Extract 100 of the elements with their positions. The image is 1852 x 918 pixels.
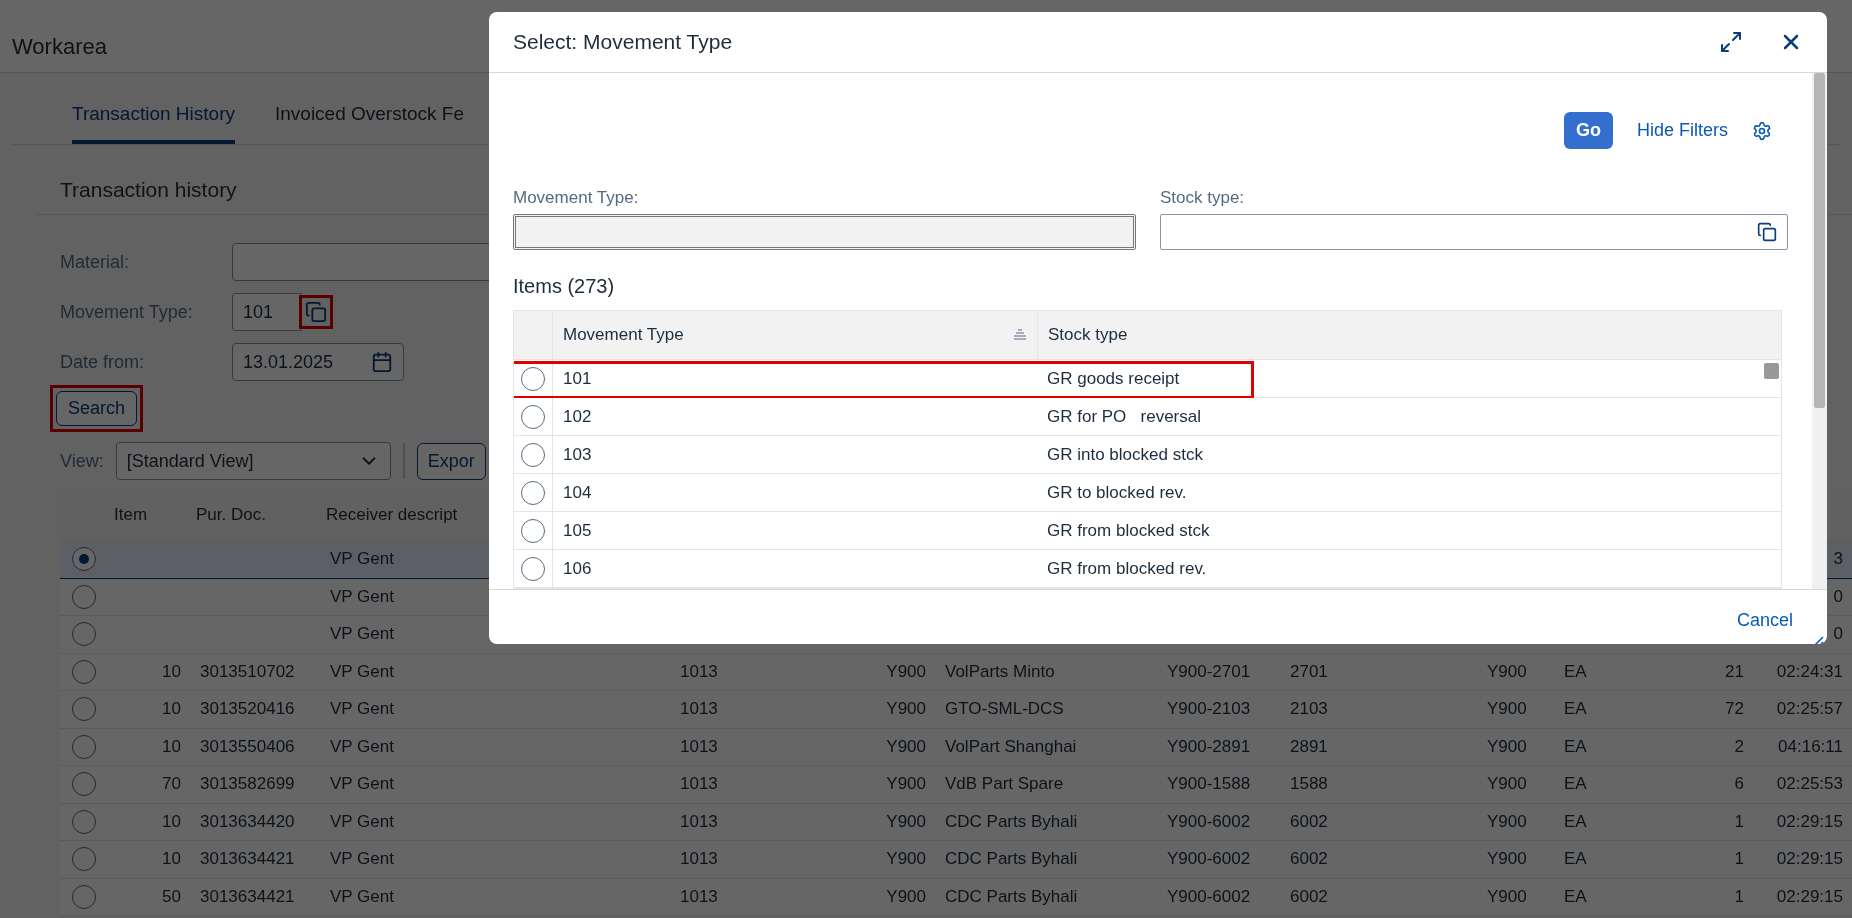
table-cell: 10	[162, 699, 181, 720]
tab[interactable]: Transaction History	[72, 103, 235, 144]
hide-filters-link[interactable]: Hide Filters	[1636, 120, 1728, 141]
scrollbar-thumb[interactable]	[1814, 73, 1825, 408]
table-cell-text: GR from blocked rev.	[1046, 558, 1208, 579]
table-cell: 02:29:15	[1776, 886, 1843, 907]
table-cell: Y900	[886, 736, 926, 757]
row-radio[interactable]	[521, 480, 545, 505]
row-radio[interactable]	[521, 556, 545, 581]
column-header[interactable]: Stock type	[1037, 311, 1764, 359]
table-cell: Y900-2891	[1167, 736, 1251, 757]
table-cell: 3	[1833, 549, 1843, 570]
sort-icon	[1013, 329, 1027, 341]
table-cell: 10	[162, 849, 181, 870]
row-radio[interactable]	[72, 884, 96, 909]
table-cell: 10	[162, 661, 181, 682]
table-cell: Y900	[1487, 661, 1527, 682]
table-cell: 2103	[1290, 699, 1328, 720]
table-cell: EA	[1564, 849, 1587, 870]
filter-field[interactable]	[1160, 214, 1788, 250]
table-cell: 1	[1734, 849, 1744, 870]
table-cell: 1	[1734, 886, 1744, 907]
section-title: Transaction history	[60, 178, 237, 202]
table-cell: 105	[552, 512, 1037, 549]
table-cell: Y900	[1487, 699, 1527, 720]
expand-icon[interactable]	[1719, 30, 1743, 54]
table-cell: VolParts Minto	[945, 661, 1055, 682]
filter-label: Movement Type:	[513, 188, 640, 208]
tab[interactable]: Invoiced Overstock Fe	[274, 103, 464, 144]
table-cell: 1013	[680, 849, 718, 870]
table-cell: VP Gent	[330, 886, 394, 907]
table-cell: VP Gent	[330, 849, 394, 870]
row-radio[interactable]	[521, 366, 545, 391]
field-label: Date from:	[60, 351, 146, 373]
row-radio[interactable]	[72, 697, 96, 722]
table-cell: 21	[1725, 661, 1744, 682]
row-radio[interactable]	[72, 809, 96, 834]
items-title: Items (273)	[513, 274, 615, 298]
table-cell: VP Gent	[330, 586, 394, 607]
table-cell: 72	[1725, 699, 1744, 720]
table-cell: Y900	[886, 811, 926, 832]
table-cell: 6002	[1290, 849, 1328, 870]
row-radio[interactable]	[72, 734, 96, 759]
view-select[interactable]: [Standard View]	[115, 442, 391, 480]
table-cell: EA	[1564, 774, 1587, 795]
row-radio[interactable]	[72, 772, 96, 797]
table-cell: VP Gent	[330, 661, 394, 682]
table-cell: 10	[162, 811, 181, 832]
table-cell: Y900-6002	[1167, 811, 1251, 832]
row-radio[interactable]	[72, 659, 96, 684]
table-cell: 02:25:57	[1776, 699, 1843, 720]
scrollbar-thumb[interactable]	[1764, 363, 1779, 379]
movement-type-field[interactable]: 101	[232, 293, 302, 331]
row-radio[interactable]	[72, 847, 96, 872]
table-cell: GTO-SML-DCS	[945, 699, 1064, 720]
table-cell: 2701	[1290, 661, 1328, 682]
table-cell-text: GR from blocked stck	[1046, 520, 1211, 541]
table-cell: Y900	[1487, 849, 1527, 870]
table-cell: 02:24:31	[1776, 661, 1843, 682]
view-value: [Standard View]	[126, 450, 254, 472]
table-cell: EA	[1564, 736, 1587, 757]
field-label: Movement Type:	[60, 301, 194, 323]
row-radio[interactable]	[521, 404, 545, 429]
row-radio[interactable]	[521, 442, 545, 467]
table-cell: 1588	[1290, 774, 1328, 795]
table-cell: Y900-1588	[1167, 774, 1251, 795]
table-cell: 104	[552, 474, 1037, 511]
table-cell: Y900	[886, 774, 926, 795]
calendar-icon[interactable]	[371, 351, 393, 373]
cancel-button[interactable]: Cancel	[1736, 610, 1793, 631]
table-cell: 3013520416	[200, 699, 295, 720]
date-field[interactable]: 13.01.2025	[232, 343, 404, 381]
table-cell: VP Gent	[330, 736, 394, 757]
table-cell-text: GR goods receipt	[1046, 368, 1181, 389]
export-button[interactable]: Expor	[416, 442, 486, 480]
go-button[interactable]: Go	[1563, 112, 1613, 149]
table-cell: 6002	[1290, 811, 1328, 832]
row-radio[interactable]	[72, 622, 96, 647]
row-radio[interactable]	[521, 518, 545, 543]
table-cell: EA	[1564, 699, 1587, 720]
table-cell: VP Gent	[330, 699, 394, 720]
table-cell: CDC Parts Byhali	[945, 849, 1078, 870]
table-cell: 101	[552, 360, 1037, 397]
table-cell: 0	[1833, 586, 1843, 607]
table-cell: 3013634421	[200, 886, 295, 907]
search-button[interactable]: Search	[56, 391, 138, 426]
column-header[interactable]: Item	[108, 505, 190, 525]
column-header[interactable]: Pur. Doc.	[190, 505, 320, 525]
table-cell-text: GR to blocked rev.	[1046, 482, 1188, 503]
table-cell: CDC Parts Byhali	[945, 811, 1078, 832]
filter-label: Stock type:	[1160, 188, 1246, 208]
table-cell: Y900	[886, 849, 926, 870]
table-cell: 1013	[680, 774, 718, 795]
row-radio[interactable]	[72, 547, 96, 572]
row-radio[interactable]	[72, 584, 96, 609]
settings-icon[interactable]	[1752, 120, 1772, 141]
value-help-icon[interactable]	[1757, 222, 1777, 242]
column-header[interactable]: Movement Type	[552, 311, 1037, 359]
table-cell: 3013550406	[200, 736, 295, 757]
table-cell: Y900-6002	[1167, 886, 1251, 907]
